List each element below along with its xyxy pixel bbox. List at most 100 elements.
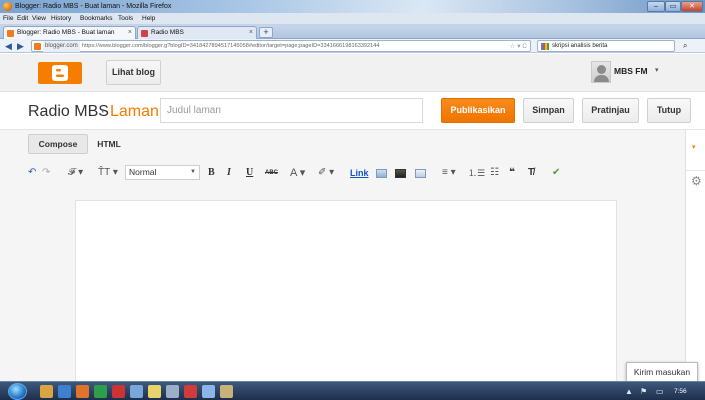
editor-panel: Compose HTML ↶ ↷ 𝓕 ▾ T̂T ▾ Normal ▼ B I … — [0, 130, 686, 381]
avatar-body — [594, 75, 609, 82]
search-text: skripsi analisis berita — [552, 43, 608, 49]
close-window-button[interactable]: ✕ — [681, 1, 703, 12]
menu-file[interactable]: File — [3, 13, 13, 25]
blogger-logo[interactable] — [38, 62, 82, 84]
firefox-icon — [3, 2, 12, 11]
radio-favicon — [141, 30, 148, 37]
blogger-b-icon — [52, 65, 68, 81]
clear-format-icon[interactable]: T̸ — [528, 164, 534, 182]
collapse-caret-icon[interactable]: ▾ — [692, 143, 696, 151]
minimize-button[interactable]: – — [647, 1, 665, 12]
font-family-button[interactable]: 𝓕 ▾ — [68, 164, 83, 182]
insert-jump-break-icon[interactable] — [415, 169, 426, 178]
taskbar-app-icon[interactable] — [148, 385, 161, 398]
tab-close-icon[interactable]: × — [249, 27, 253, 39]
maximize-button[interactable]: ▭ — [665, 1, 681, 12]
avatar-head — [597, 65, 606, 74]
close-button[interactable]: Tutup — [647, 98, 691, 123]
menu-view[interactable]: View — [32, 13, 46, 25]
send-feedback-button[interactable]: Kirim masukan — [626, 362, 698, 382]
chevron-down-icon[interactable]: ▾ — [655, 66, 659, 74]
taskbar-app-icon[interactable] — [184, 385, 197, 398]
page-title-input[interactable] — [160, 98, 423, 123]
page-type-label: Laman — [110, 103, 159, 120]
menu-tools[interactable]: Tools — [118, 13, 133, 25]
tab-blogger[interactable]: Blogger: Radio MBS - Buat laman × — [3, 26, 136, 39]
url-text[interactable]: https://www.blogger.com/blogger.g?blogID… — [82, 41, 380, 52]
bold-button[interactable]: B — [208, 164, 215, 182]
taskbar-app-icon[interactable] — [202, 385, 215, 398]
menu-bar: File Edit View History Bookmarks Tools H… — [0, 13, 705, 25]
url-bar[interactable]: blogger.com https://www.blogger.com/blog… — [31, 40, 531, 52]
insert-video-icon[interactable] — [395, 169, 406, 178]
align-button[interactable]: ≡ ▾ — [442, 164, 456, 182]
page-title-bar: Radio MBS · Laman Publikasikan Simpan Pr… — [0, 92, 705, 130]
menu-bookmarks[interactable]: Bookmarks — [80, 13, 113, 25]
tab-label: Blogger: Radio MBS - Buat laman — [17, 29, 115, 36]
tab-radio-mbs[interactable]: Radio MBS × — [137, 26, 257, 39]
bullet-list-icon[interactable]: ☷ — [490, 164, 499, 182]
url-controls[interactable]: ☆ ▾ C — [510, 41, 527, 52]
underline-button[interactable]: U — [246, 164, 253, 182]
tab-close-icon[interactable]: × — [128, 27, 132, 39]
spellcheck-icon[interactable]: ✔ — [552, 164, 560, 182]
search-icon[interactable]: ⌕ — [683, 40, 687, 52]
view-blog-button[interactable]: Lihat blog — [106, 60, 161, 85]
windows-taskbar: ▲ ⚑ ▭ 7:56 — [0, 381, 705, 400]
numbered-list-icon[interactable]: ⒈☰ — [468, 164, 485, 182]
tab-html[interactable]: HTML — [88, 134, 130, 154]
editor-canvas[interactable] — [75, 200, 617, 381]
publish-button[interactable]: Publikasikan — [441, 98, 515, 123]
taskbar-app-icon[interactable] — [40, 385, 53, 398]
undo-icon[interactable]: ↶ — [28, 164, 36, 182]
gear-icon[interactable]: ⚙ — [691, 174, 702, 188]
format-select-value: Normal — [129, 167, 157, 177]
text-color-button[interactable]: A ▾ — [290, 164, 305, 182]
menu-help[interactable]: Help — [142, 13, 155, 25]
tab-compose[interactable]: Compose — [28, 134, 88, 154]
format-select[interactable]: Normal ▼ — [125, 165, 200, 180]
window-title: Blogger: Radio MBS - Buat laman - Mozill… — [15, 3, 172, 10]
search-input[interactable]: skripsi analisis berita — [537, 40, 675, 52]
taskbar-app-icon[interactable] — [94, 385, 107, 398]
preview-button[interactable]: Pratinjau — [582, 98, 639, 123]
sidebar-divider — [686, 170, 705, 171]
forward-icon[interactable]: ▶ — [17, 40, 24, 52]
strikethrough-button[interactable]: ABC — [265, 164, 278, 182]
blogger-header: Lihat blog MBS FM ▾ — [0, 54, 705, 92]
link-button[interactable]: Link — [350, 164, 369, 182]
taskbar-app-icon[interactable] — [58, 385, 71, 398]
format-toolbar: ↶ ↷ 𝓕 ▾ T̂T ▾ Normal ▼ B I U ABC A ▾ ✐ ▾… — [28, 164, 668, 182]
text-size-button[interactable]: T̂T ▾ — [98, 164, 118, 182]
avatar[interactable] — [591, 61, 611, 83]
tray-arrow-icon[interactable]: ▲ — [625, 382, 633, 400]
chevron-down-icon: ▼ — [190, 169, 196, 175]
taskbar-app-icon[interactable] — [166, 385, 179, 398]
tray-display-icon[interactable]: ▭ — [656, 382, 664, 400]
taskbar-app-icon[interactable] — [220, 385, 233, 398]
tab-bar: Blogger: Radio MBS - Buat laman × Radio … — [0, 25, 705, 39]
tray-flag-icon[interactable]: ⚑ — [640, 382, 647, 400]
italic-button[interactable]: I — [227, 164, 231, 182]
insert-image-icon[interactable] — [376, 169, 387, 178]
menu-edit[interactable]: Edit — [17, 13, 28, 25]
new-tab-button[interactable]: + — [259, 27, 273, 38]
window-titlebar: Blogger: Radio MBS - Buat laman - Mozill… — [0, 0, 705, 13]
save-button[interactable]: Simpan — [523, 98, 574, 123]
taskbar-app-icon[interactable] — [130, 385, 143, 398]
redo-icon[interactable]: ↷ — [42, 164, 50, 182]
taskbar-app-icon[interactable] — [76, 385, 89, 398]
title-separator: · — [100, 103, 106, 120]
tab-label: Radio MBS — [151, 29, 184, 36]
google-icon — [541, 43, 549, 50]
taskbar-app-icon[interactable] — [112, 385, 125, 398]
menu-history[interactable]: History — [51, 13, 71, 25]
clock[interactable]: 7:56 — [674, 382, 687, 400]
highlight-button[interactable]: ✐ ▾ — [318, 164, 334, 182]
window-controls: – ▭ ✕ — [647, 1, 703, 12]
back-icon[interactable]: ◀ — [5, 40, 12, 52]
quote-icon[interactable]: ❝ — [509, 164, 515, 182]
user-name[interactable]: MBS FM — [614, 66, 648, 76]
start-button[interactable] — [8, 383, 27, 400]
site-identity[interactable]: blogger.com — [43, 41, 80, 52]
